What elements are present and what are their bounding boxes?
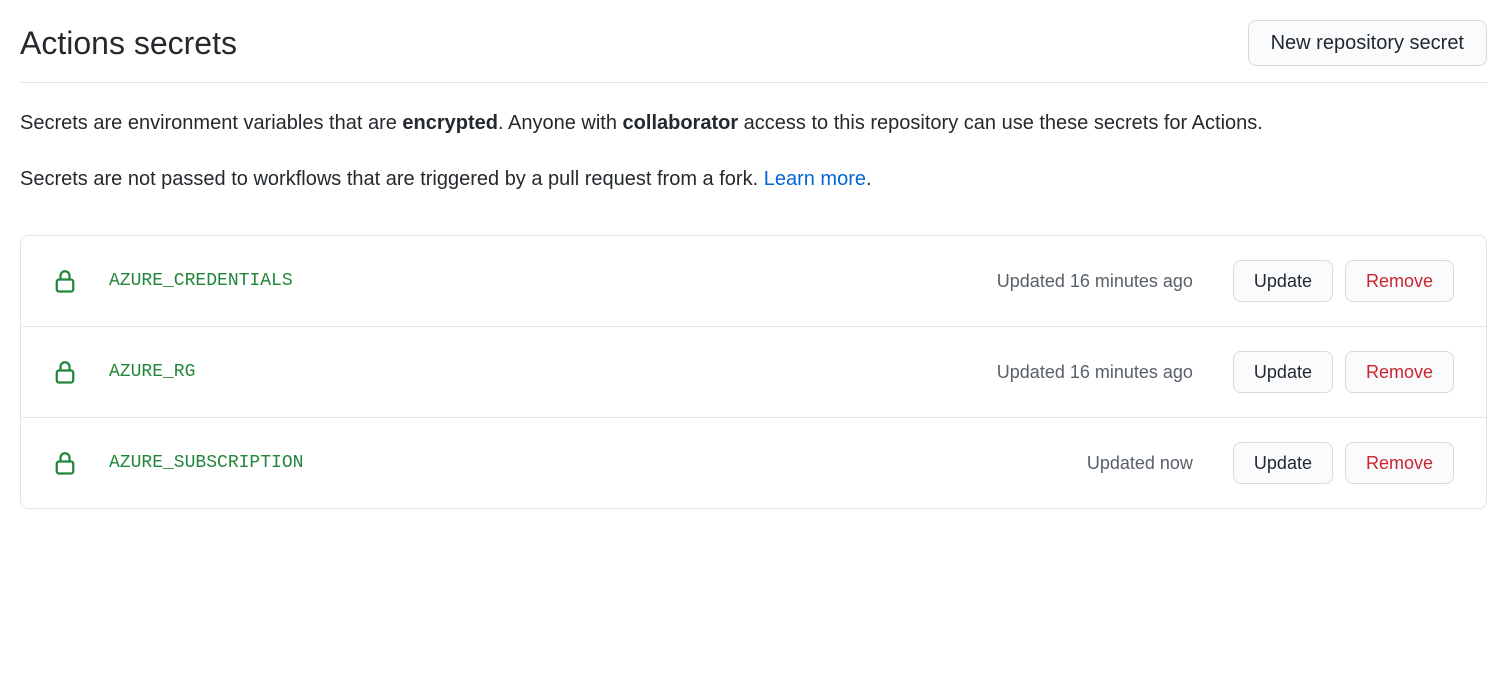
page-header: Actions secrets New repository secret: [20, 20, 1487, 83]
note-text: Secrets are not passed to workflows that…: [20, 168, 764, 190]
secret-row: AZURE_CREDENTIALS Updated 16 minutes ago…: [21, 236, 1486, 327]
secrets-note: Secrets are not passed to workflows that…: [20, 163, 1487, 195]
secret-row: AZURE_RG Updated 16 minutes ago Update R…: [21, 327, 1486, 418]
secrets-description: Secrets are environment variables that a…: [20, 107, 1487, 139]
secret-actions: Update Remove: [1233, 351, 1454, 393]
secret-actions: Update Remove: [1233, 260, 1454, 302]
lock-icon: [53, 267, 77, 295]
secret-name: AZURE_SUBSCRIPTION: [109, 453, 1087, 473]
update-button[interactable]: Update: [1233, 260, 1333, 302]
remove-button[interactable]: Remove: [1345, 260, 1454, 302]
secret-row: AZURE_SUBSCRIPTION Updated now Update Re…: [21, 418, 1486, 508]
secrets-list: AZURE_CREDENTIALS Updated 16 minutes ago…: [20, 235, 1487, 509]
secret-name: AZURE_RG: [109, 362, 997, 382]
secret-updated: Updated now: [1087, 453, 1193, 474]
secret-updated: Updated 16 minutes ago: [997, 271, 1193, 292]
description-text: Secrets are environment variables that a…: [20, 112, 402, 134]
note-period: .: [866, 168, 872, 190]
description-bold-collaborator: collaborator: [623, 112, 739, 134]
new-repository-secret-button[interactable]: New repository secret: [1248, 20, 1487, 66]
description-text: access to this repository can use these …: [738, 112, 1263, 134]
remove-button[interactable]: Remove: [1345, 442, 1454, 484]
remove-button[interactable]: Remove: [1345, 351, 1454, 393]
update-button[interactable]: Update: [1233, 351, 1333, 393]
description-bold-encrypted: encrypted: [402, 112, 498, 134]
lock-icon: [53, 449, 77, 477]
secret-name: AZURE_CREDENTIALS: [109, 271, 997, 291]
secret-actions: Update Remove: [1233, 442, 1454, 484]
secret-updated: Updated 16 minutes ago: [997, 362, 1193, 383]
description-text: . Anyone with: [498, 112, 623, 134]
page-title: Actions secrets: [20, 25, 237, 62]
update-button[interactable]: Update: [1233, 442, 1333, 484]
learn-more-link[interactable]: Learn more: [764, 168, 866, 190]
lock-icon: [53, 358, 77, 386]
